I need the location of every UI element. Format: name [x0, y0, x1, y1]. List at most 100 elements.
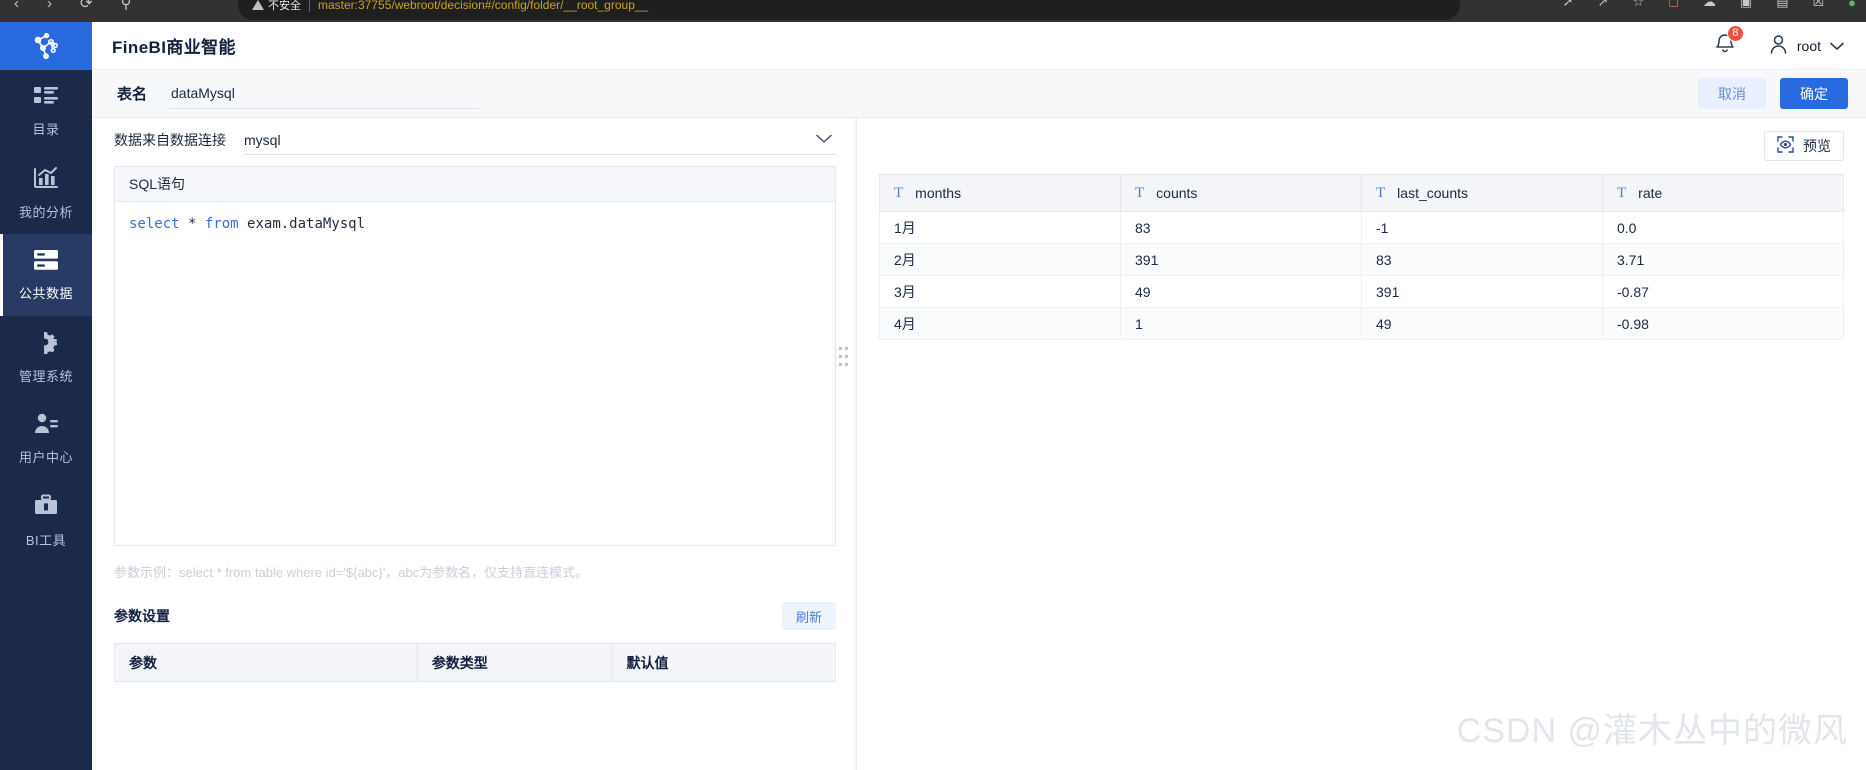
- table-cell: 83: [1361, 243, 1603, 276]
- data-column-header[interactable]: Trate: [1602, 174, 1844, 212]
- table-cell: 3月: [879, 275, 1121, 308]
- data-connection-value: mysql: [244, 131, 281, 148]
- share-icon[interactable]: ➚: [1563, 0, 1574, 10]
- data-connection-select[interactable]: mysql: [244, 125, 836, 155]
- table-row[interactable]: 1月 83 -1 0.0: [879, 211, 1844, 244]
- table-name-bar: 表名 取消 确定: [92, 70, 1866, 118]
- confirm-button[interactable]: 确定: [1780, 78, 1848, 109]
- preview-button[interactable]: 预览: [1764, 131, 1844, 161]
- table-header-row: 参数 参数类型 默认值: [114, 643, 836, 682]
- browser-nav-buttons[interactable]: ‹ › ⟳ ⚲: [0, 0, 132, 14]
- table-cell: 4月: [879, 307, 1121, 340]
- preview-eye-icon: [1777, 136, 1794, 156]
- gear-icon: [33, 330, 59, 359]
- left-navigation-rail: 目录 我的分析 公共数据 管理系统 用户中心 BI工具: [0, 22, 92, 770]
- table-name-label: 表名: [117, 86, 148, 103]
- sidebar-item-bi-tools[interactable]: BI工具: [0, 480, 92, 562]
- data-connection-row: 数据来自数据连接 mysql: [92, 118, 854, 162]
- sidebar-item-label: 管理系统: [18, 368, 73, 384]
- table-cell: 391: [1361, 275, 1603, 308]
- sidebar-item-public-data[interactable]: 公共数据: [0, 234, 92, 316]
- table-cell: 391: [1120, 243, 1362, 276]
- table-cell: -0.87: [1602, 275, 1844, 308]
- finebi-logo[interactable]: [0, 22, 92, 70]
- parameter-settings-header: 参数设置 刷新: [114, 601, 836, 631]
- preview-button-label: 预览: [1803, 138, 1831, 154]
- list-icon: [33, 85, 59, 112]
- table-header-row: Tmonths Tcounts Tlast_counts Trate: [879, 174, 1844, 212]
- table-cell: -0.98: [1602, 307, 1844, 340]
- user-icon: [33, 413, 59, 440]
- application-header: FineBI商业智能 8 root: [92, 22, 1866, 70]
- data-column-header[interactable]: Tcounts: [1120, 174, 1362, 212]
- browser-address-bar[interactable]: 不安全 master:37755/webroot/decision#/confi…: [238, 0, 1460, 20]
- bell-icon: [1715, 33, 1735, 58]
- column-name: last_counts: [1397, 185, 1468, 201]
- bookmark-icon[interactable]: ☆: [1632, 0, 1644, 10]
- header-actions: 8 root: [1715, 24, 1844, 59]
- address-url: master:37755/webroot/decision#/config/fo…: [318, 0, 649, 12]
- sql-token: exam.dataMysql: [238, 216, 366, 232]
- param-column-header[interactable]: 参数类型: [417, 643, 613, 682]
- back-arrow-icon[interactable]: ‹: [14, 0, 19, 12]
- sidebar-item-label: 我的分析: [18, 204, 73, 220]
- parameter-settings-title: 参数设置: [114, 608, 170, 624]
- notification-icon[interactable]: ☁: [1703, 0, 1716, 10]
- sql-code-editor[interactable]: select * from exam.dataMysql: [115, 202, 835, 545]
- data-table-head: Tmonths Tcounts Tlast_counts Trate: [879, 174, 1844, 212]
- warning-triangle-icon: [252, 0, 264, 10]
- table-name-actions: 取消 确定: [1698, 78, 1848, 109]
- sidebar-item-user-center[interactable]: 用户中心: [0, 398, 92, 480]
- sidebar-item-management-system[interactable]: 管理系统: [0, 316, 92, 398]
- user-menu[interactable]: root: [1769, 34, 1844, 57]
- search-icon[interactable]: ⚲: [121, 0, 132, 12]
- sidebar-item-catalog[interactable]: 目录: [0, 70, 92, 152]
- person-icon: [1769, 34, 1788, 57]
- table-name-input[interactable]: [169, 78, 480, 109]
- column-name: counts: [1156, 185, 1198, 201]
- database-icon: [32, 249, 60, 276]
- text-type-icon: T: [894, 184, 904, 201]
- sidebar-item-my-analysis[interactable]: 我的分析: [0, 152, 92, 234]
- security-label: 不安全: [268, 0, 301, 12]
- cancel-button[interactable]: 取消: [1698, 78, 1766, 109]
- sidebar-item-label: 目录: [32, 121, 60, 137]
- table-cell: 49: [1361, 307, 1603, 340]
- chevron-down-icon: [816, 131, 832, 149]
- extension-grey-icon[interactable]: ▤: [1776, 0, 1788, 10]
- param-column-header[interactable]: 参数: [114, 643, 418, 682]
- omnibox-divider: [309, 0, 310, 12]
- extension-red-icon[interactable]: ◻: [1668, 0, 1679, 10]
- data-preview-pane: 预览 Tmonths Tcounts Tlast_counts Trate 1月 83-…: [856, 118, 1866, 770]
- refresh-button[interactable]: 刷新: [781, 602, 836, 630]
- sql-statement-header: SQL语句: [115, 167, 835, 202]
- sidebar-item-label: 公共数据: [18, 285, 73, 301]
- reload-icon[interactable]: ⟳: [80, 0, 93, 12]
- cast-icon[interactable]: ↗: [1598, 0, 1609, 10]
- param-column-header[interactable]: 默认值: [611, 643, 836, 682]
- table-row[interactable]: 4月 1 49 -0.98: [879, 307, 1844, 340]
- chevron-down-icon: [1830, 38, 1844, 54]
- data-column-header[interactable]: Tlast_counts: [1361, 174, 1603, 212]
- data-column-header[interactable]: Tmonths: [879, 174, 1121, 212]
- parameter-example-hint: 参数示例：select * from table where id='${abc…: [114, 565, 589, 580]
- security-warning[interactable]: 不安全: [252, 0, 301, 13]
- trash-icon[interactable]: ☒: [1812, 0, 1824, 10]
- table-cell: 3.71: [1602, 243, 1844, 276]
- browser-chrome: ‹ › ⟳ ⚲ 不安全 master:37755/webroot/decisio…: [0, 0, 1866, 22]
- sidebar-item-label: BI工具: [25, 532, 67, 548]
- table-row[interactable]: 2月 391 83 3.71: [879, 243, 1844, 276]
- profile-avatar-icon[interactable]: ●: [1848, 0, 1856, 10]
- table-row[interactable]: 3月 49 391 -0.87: [879, 275, 1844, 308]
- column-name: rate: [1638, 185, 1663, 201]
- user-name: root: [1796, 37, 1821, 54]
- notifications-button[interactable]: 8: [1715, 24, 1744, 59]
- table-cell: -1: [1361, 211, 1603, 244]
- notification-badge: 8: [1726, 24, 1744, 42]
- panel-resize-handle[interactable]: [839, 343, 848, 369]
- extension-blue-icon[interactable]: ▣: [1740, 0, 1752, 10]
- text-type-icon: T: [1617, 184, 1627, 201]
- forward-arrow-icon[interactable]: ›: [47, 0, 52, 12]
- browser-toolbar-icons[interactable]: ➚ ↗ ☆ ◻ ☁ ▣ ▤ ☒ ●: [1563, 0, 1856, 13]
